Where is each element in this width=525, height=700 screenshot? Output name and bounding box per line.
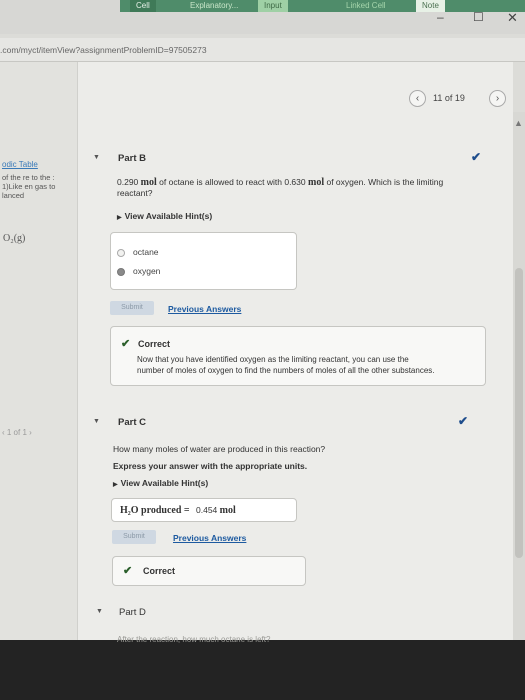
option-oxygen[interactable]: oxygen <box>117 266 160 276</box>
radio-oxygen[interactable] <box>117 267 125 276</box>
part-c-previous-answers-link[interactable]: Previous Answers <box>173 533 246 543</box>
minimize-icon[interactable]: – <box>437 10 444 24</box>
part-c-answer-box: H₂O produced = 0.454 mol <box>111 498 297 522</box>
part-b-prompt: 0.290 mol of octane is allowed to react … <box>117 177 444 198</box>
close-icon[interactable]: ✕ <box>507 10 518 26</box>
url-text: .com/myct/itemView?assignmentProblemID=9… <box>0 45 207 55</box>
part-b-answer-box: octane oxygen <box>110 232 297 290</box>
answer-label: H₂O produced = <box>120 505 190 516</box>
address-bar[interactable]: .com/myct/itemView?assignmentProblemID=9… <box>0 38 525 62</box>
scrollbar-thumb[interactable] <box>515 268 523 558</box>
part-b-feedback: ✔ Correct Now that you have identified o… <box>110 326 486 386</box>
option-octane[interactable]: octane <box>117 247 159 257</box>
part-b-title[interactable]: Part B <box>118 153 146 164</box>
part-c-complete-icon: ✔ <box>458 414 469 428</box>
problem-count: 11 of 19 <box>433 93 465 103</box>
part-c-answer-line: H₂O produced = 0.454 mol <box>120 505 236 516</box>
part-c-feedback-title: Correct <box>143 566 176 576</box>
correct-check-icon: ✔ <box>121 338 131 350</box>
tab-linked-cell[interactable]: Linked Cell <box>340 0 392 12</box>
part-b-hint-link[interactable]: ▶ View Available Hint(s) <box>117 211 212 221</box>
maximize-icon[interactable]: ☐ <box>473 10 484 24</box>
part-b-feedback-text: Now that you have identified oxygen as t… <box>137 355 435 375</box>
sidebar-pager[interactable]: ‹ 1 of 1 › <box>2 428 32 437</box>
part-d-title[interactable]: Part D <box>119 607 146 618</box>
radio-octane[interactable] <box>117 248 125 257</box>
sidebar-text: of the re to the : 1)Like en gas to lanc… <box>2 173 56 200</box>
collapse-part-d-icon[interactable]: ▼ <box>96 608 103 615</box>
expand-icon: ▶ <box>117 215 122 221</box>
collapse-part-b-icon[interactable]: ▼ <box>93 154 100 161</box>
sidebar-formula: O₂(g) <box>3 233 26 244</box>
part-d-prompt: After the reaction, how much octane is l… <box>117 635 271 644</box>
collapse-part-c-icon[interactable]: ▼ <box>93 418 100 425</box>
part-c-instruction: Express your answer with the appropriate… <box>113 461 308 471</box>
correct-check-icon: ✔ <box>123 565 133 577</box>
ribbon-tab-strip <box>120 0 525 12</box>
part-b-feedback-title: Correct <box>138 339 171 349</box>
answer-unit: mol <box>219 505 236 516</box>
part-c-title[interactable]: Part C <box>118 417 146 428</box>
option-oxygen-label: oxygen <box>133 266 161 276</box>
prev-problem-button[interactable]: ‹ <box>409 90 426 107</box>
tab-cell[interactable]: Cell <box>130 0 156 12</box>
tab-input[interactable]: Input <box>258 0 288 12</box>
answer-value[interactable]: 0.454 <box>196 505 217 515</box>
expand-icon: ▶ <box>113 482 118 488</box>
scroll-up-icon[interactable]: ▲ <box>514 118 523 128</box>
problem-pager: ‹ 11 of 19 › <box>402 90 512 108</box>
monitor-bezel <box>0 640 525 700</box>
part-b-complete-icon: ✔ <box>471 150 482 164</box>
part-c-hint-link[interactable]: ▶ View Available Hint(s) <box>113 478 208 488</box>
left-sidebar <box>0 62 78 642</box>
tab-explanatory[interactable]: Explanatory... <box>184 0 244 12</box>
periodic-table-link[interactable]: odic Table <box>2 160 38 169</box>
part-c-prompt: How many moles of water are produced in … <box>113 444 326 454</box>
next-problem-button[interactable]: › <box>489 90 506 107</box>
part-b-previous-answers-link[interactable]: Previous Answers <box>168 304 241 314</box>
part-c-feedback: ✔ Correct <box>112 556 306 586</box>
part-b-submit-button[interactable]: Submit <box>110 301 154 315</box>
part-c-submit-button[interactable]: Submit <box>112 530 156 544</box>
option-octane-label: octane <box>133 247 159 257</box>
